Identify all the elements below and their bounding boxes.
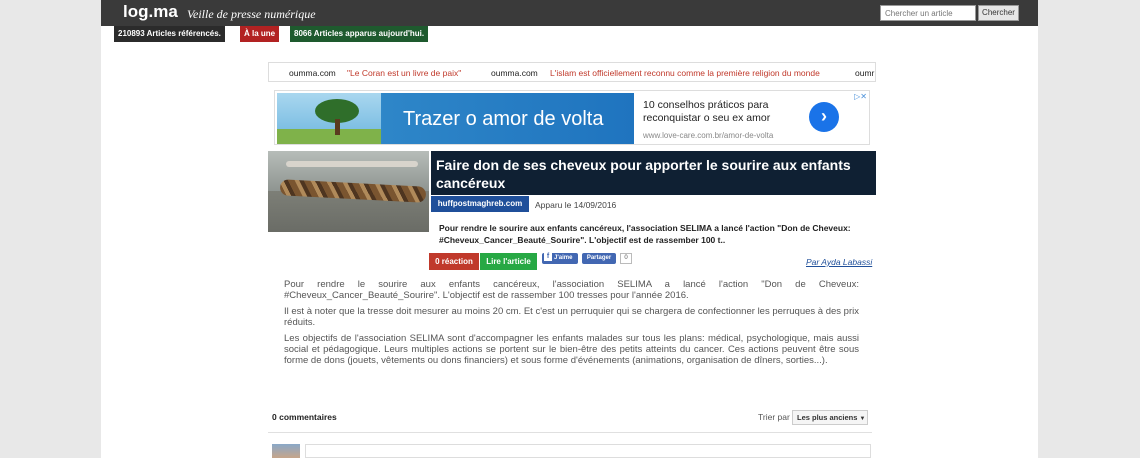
top-bar: log.ma Veille de presse numérique Cherch…	[101, 0, 1038, 26]
sort-select[interactable]: Les plus anciens ▼	[792, 410, 868, 425]
advertisement-banner[interactable]: Trazer o amor de volta 10 conselhos prát…	[274, 90, 870, 145]
read-article-button[interactable]: Lire l'article	[480, 253, 537, 270]
article-source-badge[interactable]: huffpostmaghreb.com	[431, 196, 529, 212]
facebook-icon: f	[544, 253, 552, 262]
like-label: J'aime	[554, 255, 573, 261]
site-tagline: Veille de presse numérique	[187, 7, 316, 21]
comment-input[interactable]	[305, 444, 871, 458]
ad-text[interactable]: 10 conselhos práticos para reconquistar …	[643, 99, 803, 125]
article-author-link[interactable]: Par Ayda Labassi	[806, 257, 872, 267]
chevron-right-icon[interactable]: ›	[809, 102, 839, 132]
site-logo[interactable]: log.ma	[123, 2, 178, 22]
article-date: Apparu le 14/09/2016	[535, 200, 617, 210]
avatar	[272, 444, 300, 458]
badge-a-la-une[interactable]: À la une	[240, 26, 280, 42]
article-thumbnail[interactable]	[268, 151, 429, 232]
share-count: 0	[620, 253, 632, 264]
comments-count: 0 commentaires	[272, 412, 337, 422]
search-input[interactable]	[880, 5, 976, 21]
divider	[268, 432, 872, 433]
reaction-count-button[interactable]: 0 réaction	[429, 253, 479, 270]
ad-url[interactable]: www.love-care.com.br/amor-de-volta	[643, 131, 773, 140]
badge-articles-total: 210893 Articles référencés.	[114, 26, 225, 42]
article-title[interactable]: Faire don de ses cheveux pour apporter l…	[436, 156, 866, 192]
ticker-source[interactable]: oumma.com	[491, 68, 538, 78]
article-summary: Pour rendre le sourire aux enfants cancé…	[439, 223, 851, 245]
ticker-source[interactable]: oumma.com	[289, 68, 336, 78]
ticker-title[interactable]: L'islam est officiellement reconnu comme…	[550, 68, 820, 78]
badge-articles-today: 8066 Articles apparus aujourd'hui.	[290, 26, 429, 42]
facebook-share-button[interactable]: Partager	[582, 253, 616, 264]
facebook-like-button[interactable]: f J'aime	[542, 253, 578, 264]
ticker-title[interactable]: "Le Coran est un livre de paix"	[347, 68, 461, 78]
chevron-down-icon: ▼	[859, 416, 866, 422]
body-paragraph: Les objectifs de l'association SELIMA so…	[284, 332, 859, 367]
sort-label: Trier par	[758, 412, 790, 422]
ad-image[interactable]: Trazer o amor de volta	[277, 93, 634, 144]
ticker-source[interactable]: oumr	[855, 68, 874, 78]
article-body: Pour rendre le sourire aux enfants cancé…	[284, 279, 859, 371]
sort-value: Les plus anciens	[797, 413, 858, 422]
search-button[interactable]: Chercher	[978, 5, 1019, 21]
news-ticker: oumma.com "Le Coran est un livre de paix…	[268, 62, 876, 82]
body-paragraph: Pour rendre le sourire aux enfants cancé…	[284, 279, 859, 302]
ad-headline[interactable]: Trazer o amor de volta	[403, 108, 603, 131]
body-paragraph: Il est à noter que la tresse doit mesure…	[284, 305, 859, 329]
ad-choices-close-icon[interactable]: ▷✕	[854, 92, 867, 101]
article-title-box: Faire don de ses cheveux pour apporter l…	[431, 151, 876, 195]
